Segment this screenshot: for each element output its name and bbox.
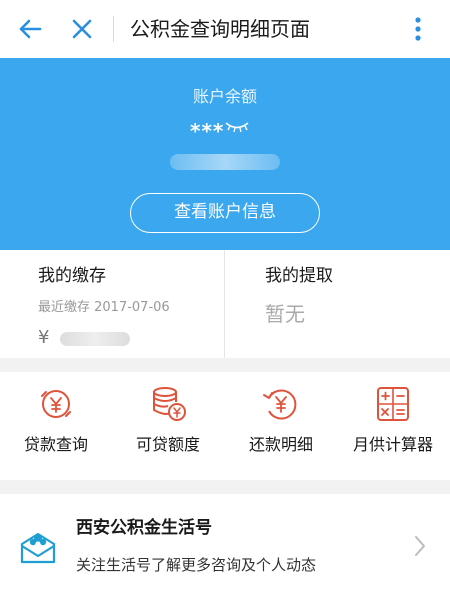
my-withdraw-title[interactable]: 我的提取	[265, 264, 333, 288]
tool-label: 贷款查询	[23, 435, 88, 454]
repayment-icon	[263, 389, 297, 420]
tool-label: 还款明细	[248, 435, 313, 454]
masked-balance-text: ***	[190, 119, 225, 143]
tool-loan-query[interactable]: 贷款查询	[0, 372, 112, 480]
loan-limit-icon	[153, 387, 186, 421]
recent-deposit-date: 最近缴存 2017-07-06	[38, 300, 170, 315]
masked-balance: ***	[190, 118, 270, 144]
deposit-withdraw-row: 我的缴存 最近缴存 2017-07-06 ¥ 我的提取 暂无	[0, 250, 450, 358]
title-separator	[113, 16, 114, 42]
back-arrow-icon[interactable]	[14, 13, 46, 45]
account-balance-panel: 账户余额 *** 查看账户信息	[0, 58, 450, 250]
more-vertical-icon[interactable]	[402, 13, 434, 45]
my-deposit-title[interactable]: 我的缴存	[38, 264, 106, 288]
close-icon[interactable]	[66, 13, 98, 45]
life-account-title: 西安公积金生活号	[76, 518, 212, 538]
tool-grid: 贷款查询 可贷额度 还款明细 月供计算器	[0, 372, 450, 480]
tool-repayment[interactable]: 还款明细	[225, 372, 337, 480]
life-account-desc: 关注生活号了解更多咨询及个人动态	[76, 556, 317, 574]
tool-label: 可贷额度	[135, 435, 200, 454]
deposit-amount-prefix: ¥	[38, 327, 50, 348]
eye-closed-icon[interactable]	[224, 120, 250, 134]
blurred-account-number	[170, 154, 280, 170]
tool-loan-limit[interactable]: 可贷额度	[112, 372, 224, 480]
view-account-info-button[interactable]: 查看账户信息	[130, 193, 320, 233]
column-divider	[224, 250, 225, 358]
envelope-flower-icon	[20, 532, 56, 564]
top-bar: 公积金查询明细页面	[0, 0, 450, 58]
life-account-entry[interactable]: 西安公积金生活号 关注生活号了解更多咨询及个人动态	[0, 494, 450, 604]
blurred-deposit-amount	[60, 332, 130, 346]
tool-calculator[interactable]: 月供计算器	[337, 372, 449, 480]
withdraw-value: 暂无	[265, 302, 305, 326]
calculator-icon	[377, 387, 409, 421]
tool-label: 月供计算器	[352, 435, 433, 454]
balance-label: 账户余额	[192, 87, 257, 106]
loan-query-icon	[41, 390, 71, 418]
page-title: 公积金查询明细页面	[130, 17, 310, 41]
chevron-right-icon	[415, 536, 425, 556]
